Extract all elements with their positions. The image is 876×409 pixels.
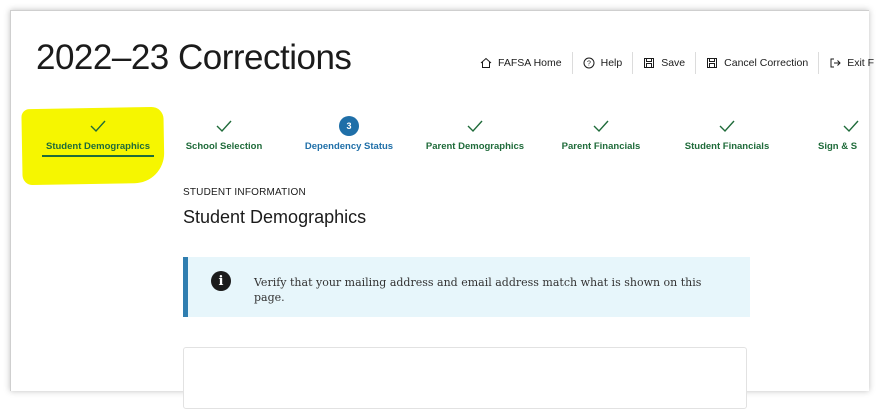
- progress-steps: Student Demographics School Selection 3 …: [0, 115, 876, 160]
- svg-text:?: ?: [587, 61, 591, 68]
- section-eyebrow: STUDENT INFORMATION: [183, 187, 306, 198]
- info-alert: i Verify that your mailing address and e…: [183, 257, 750, 317]
- step-student-financials[interactable]: Student Financials: [679, 115, 775, 152]
- save-icon: [643, 57, 655, 69]
- step-label: Parent Demographics: [425, 141, 525, 152]
- step-label: School Selection: [185, 141, 263, 152]
- step-parent-financials[interactable]: Parent Financials: [555, 115, 647, 152]
- help-icon: ?: [583, 57, 595, 69]
- exit-label: Exit F: [847, 57, 875, 69]
- check-icon: [42, 115, 154, 137]
- step-label: Parent Financials: [561, 141, 641, 152]
- step-student-demographics[interactable]: Student Demographics: [42, 115, 154, 157]
- save-link[interactable]: Save: [633, 52, 697, 74]
- info-icon: i: [211, 271, 231, 291]
- step-label: Student Financials: [684, 141, 770, 152]
- help-link[interactable]: ? Help: [573, 52, 634, 74]
- save-label: Save: [661, 57, 686, 69]
- top-nav: FAFSA Home ? Help Save Cancel Correction…: [470, 52, 876, 74]
- cancel-icon: [706, 57, 718, 69]
- fafsa-home-link[interactable]: FAFSA Home: [470, 52, 573, 74]
- cancel-correction-label: Cancel Correction: [724, 57, 809, 69]
- section-title: Student Demographics: [183, 207, 367, 227]
- help-label: Help: [600, 57, 623, 69]
- step-sign-submit[interactable]: Sign & S: [808, 115, 868, 152]
- step-label: Sign & S: [818, 141, 858, 152]
- step-number-marker: 3: [297, 115, 401, 137]
- page-title: 2022–23 Corrections: [36, 38, 352, 77]
- check-icon: [181, 115, 267, 137]
- active-step-underline: [42, 155, 154, 157]
- step-number-badge: 3: [339, 116, 359, 136]
- address-card: [183, 347, 747, 409]
- check-icon: [420, 115, 530, 137]
- check-icon: [679, 115, 775, 137]
- step-label: Dependency Status: [304, 141, 394, 152]
- fafsa-home-label: FAFSA Home: [498, 57, 562, 69]
- exit-link[interactable]: Exit F: [819, 52, 876, 74]
- cancel-correction-link[interactable]: Cancel Correction: [696, 52, 820, 74]
- step-school-selection[interactable]: School Selection: [181, 115, 267, 152]
- alert-message: Verify that your mailing address and ema…: [254, 276, 702, 304]
- check-icon: [555, 115, 647, 137]
- exit-icon: [829, 57, 841, 69]
- step-dependency-status[interactable]: 3 Dependency Status: [297, 115, 401, 152]
- step-label: Student Demographics: [46, 141, 150, 152]
- check-icon: [808, 115, 868, 137]
- step-parent-demographics[interactable]: Parent Demographics: [420, 115, 530, 152]
- home-icon: [480, 57, 492, 69]
